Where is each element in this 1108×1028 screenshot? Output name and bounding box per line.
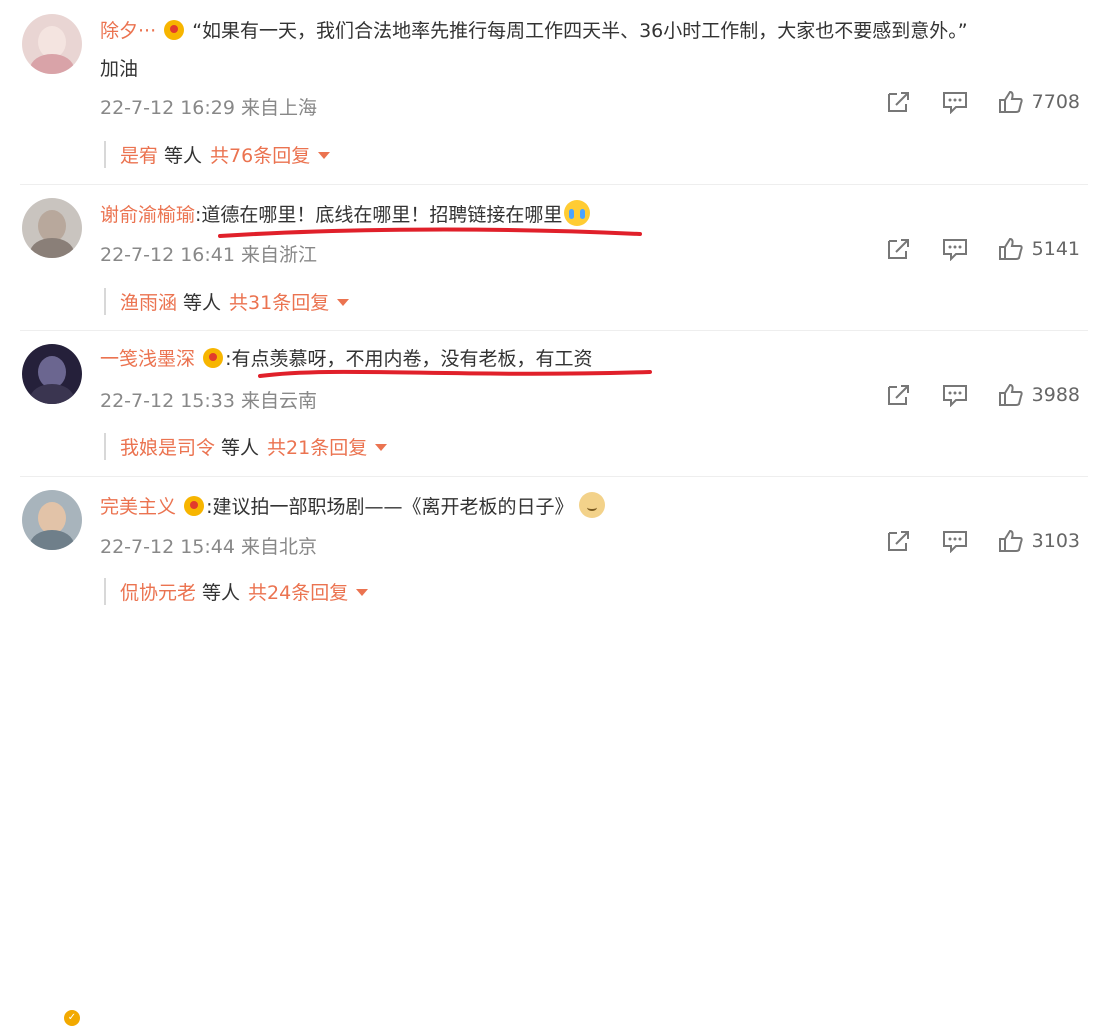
- reply-count[interactable]: 共21条回复: [267, 437, 367, 459]
- member-badge-icon: [164, 20, 185, 40]
- comment-location: 来自北京: [241, 536, 318, 558]
- member-badge-icon: [203, 348, 224, 368]
- comment-text-continued: 加油: [100, 58, 139, 80]
- comment-actions: 7708: [856, 90, 1080, 114]
- comment-time: 22-7-12 16:29: [100, 97, 235, 119]
- comment-actions: 3988: [856, 383, 1080, 407]
- avatar[interactable]: [22, 490, 82, 550]
- comment-location: 来自上海: [241, 97, 318, 119]
- comment-actions: 5141: [856, 237, 1080, 261]
- reply-summary[interactable]: 是宥 等人 共76条回复: [104, 141, 331, 168]
- comment-username[interactable]: 谢俞渝榆瑜: [100, 204, 195, 226]
- doge-emoji-icon: [579, 492, 606, 518]
- comment-text: :建议拍一部职场剧——《离开老板的日子》: [206, 496, 574, 518]
- comment-item: ✓ 完美主义 :建议拍一部职场剧——《离开老板的日子》 22-7-12 15:4…: [0, 476, 1108, 1028]
- reply-summary[interactable]: 我娘是司令 等人 共21条回复: [104, 433, 388, 460]
- like-icon[interactable]: [998, 383, 1024, 407]
- comment-item: 谢俞渝榆瑜:道德在哪里！底线在哪里！招聘链接在哪里 22-7-12 16:41 …: [0, 184, 1108, 330]
- reply-username[interactable]: 渔雨涵: [120, 292, 177, 314]
- comment-location: 来自浙江: [241, 244, 318, 266]
- comment-time: 22-7-12 15:33: [100, 390, 235, 412]
- comment-item: 除夕··· “如果有一天，我们合法地率先推行每周工作四天半、36小时工作制，大家…: [0, 0, 1108, 168]
- like-count: 7708: [1031, 91, 1080, 113]
- red-underline: [258, 369, 652, 378]
- like-icon[interactable]: [998, 237, 1024, 261]
- share-icon[interactable]: [886, 383, 912, 407]
- comment-icon[interactable]: [942, 237, 968, 261]
- comment-location: 来自云南: [241, 390, 318, 412]
- share-icon[interactable]: [886, 529, 912, 553]
- share-icon[interactable]: [886, 237, 912, 261]
- comment-time: 22-7-12 16:41: [100, 244, 235, 266]
- comment-text: “如果有一天，我们合法地率先推行每周工作四天半、36小时工作制，大家也不要感到意…: [192, 20, 968, 42]
- expand-caret-icon[interactable]: [356, 589, 369, 596]
- like-icon[interactable]: [998, 529, 1024, 553]
- comment-username[interactable]: 除夕···: [100, 20, 156, 42]
- like-count: 3988: [1031, 384, 1080, 406]
- comment-time: 22-7-12 15:44: [100, 536, 235, 558]
- expand-caret-icon[interactable]: [318, 152, 331, 159]
- reply-etc: 等人: [221, 437, 260, 459]
- share-icon[interactable]: [886, 90, 912, 114]
- avatar[interactable]: [22, 344, 82, 404]
- comment-actions: 3103: [856, 529, 1080, 553]
- reply-etc: 等人: [202, 582, 241, 604]
- avatar[interactable]: [22, 14, 82, 74]
- expand-caret-icon[interactable]: [375, 444, 388, 451]
- reply-etc: 等人: [183, 292, 222, 314]
- avatar[interactable]: [22, 198, 82, 258]
- expand-caret-icon[interactable]: [337, 299, 350, 306]
- reply-count[interactable]: 共31条回复: [229, 292, 329, 314]
- reply-summary[interactable]: 侃协元老 等人 共24条回复: [104, 578, 369, 605]
- reply-username[interactable]: 我娘是司令: [120, 437, 215, 459]
- reply-count[interactable]: 共76条回复: [210, 145, 310, 167]
- comment-username[interactable]: 完美主义: [100, 496, 176, 518]
- reply-summary[interactable]: 渔雨涵 等人 共31条回复: [104, 288, 350, 315]
- comment-item: 一笺浅墨深 :有点羡慕呀，不用内卷，没有老板，有工资 22-7-12 15:33…: [0, 330, 1108, 476]
- reply-count[interactable]: 共24条回复: [248, 582, 348, 604]
- verified-badge-icon: ✓: [62, 1008, 82, 1028]
- like-count: 3103: [1031, 530, 1080, 552]
- reply-username[interactable]: 侃协元老: [120, 582, 196, 604]
- comment-icon[interactable]: [942, 90, 968, 114]
- like-count: 5141: [1031, 238, 1080, 260]
- like-icon[interactable]: [998, 90, 1024, 114]
- comment-icon[interactable]: [942, 529, 968, 553]
- red-underline: [218, 227, 642, 238]
- member-badge-icon: [184, 496, 205, 516]
- reply-etc: 等人: [164, 145, 203, 167]
- comment-icon[interactable]: [942, 383, 968, 407]
- reply-username[interactable]: 是宥: [120, 145, 158, 167]
- comment-username[interactable]: 一笺浅墨深: [100, 348, 195, 370]
